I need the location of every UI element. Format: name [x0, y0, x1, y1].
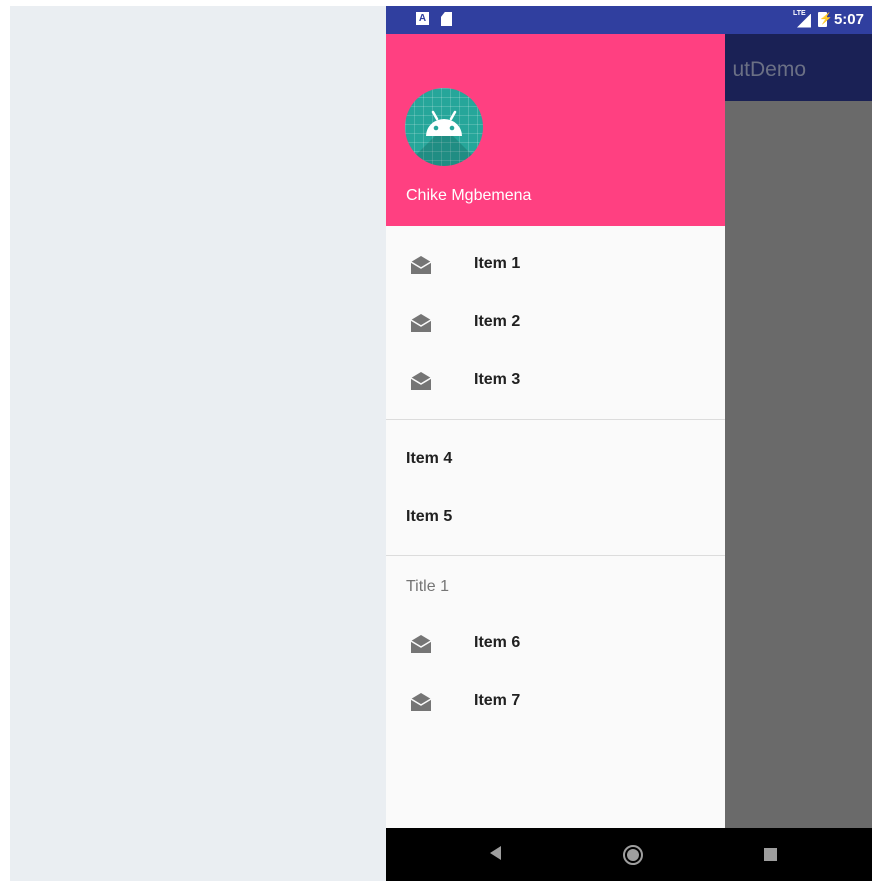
system-nav-bar — [386, 828, 872, 881]
drafts-envelope-icon — [410, 372, 432, 390]
drawer-header: Chike Mgbemena — [386, 34, 725, 226]
drawer-divider — [386, 419, 725, 420]
menu-item-5[interactable]: Item 5 — [386, 489, 725, 547]
menu-group-title: Title 1 — [406, 578, 449, 595]
menu-item-label: Item 5 — [406, 508, 453, 525]
desktop-backdrop — [10, 6, 386, 881]
menu-item-label: Item 2 — [474, 313, 521, 330]
menu-item-label: Item 4 — [406, 450, 453, 467]
sd-card-icon — [441, 12, 452, 26]
battery-charging-icon: ⚡ — [817, 12, 833, 27]
menu-item-label: Item 1 — [474, 255, 521, 272]
menu-item-3[interactable]: Item 3 — [386, 352, 725, 410]
app-title: utDemo — [732, 58, 806, 81]
drafts-envelope-icon — [410, 693, 432, 711]
a-notification-icon: A — [416, 12, 429, 25]
menu-item-label: Item 3 — [474, 371, 521, 388]
avatar[interactable] — [405, 88, 483, 166]
lte-signal-icon: LTE — [792, 9, 811, 28]
android-robot-icon — [426, 110, 462, 136]
menu-item-2[interactable]: Item 2 — [386, 294, 725, 352]
menu-item-7[interactable]: Item 7 — [386, 673, 725, 731]
recents-icon[interactable] — [764, 848, 777, 861]
user-name: Chike Mgbemena — [406, 187, 532, 204]
menu-item-4[interactable]: Item 4 — [386, 431, 725, 489]
status-clock: 5:07 — [833, 11, 864, 28]
menu-item-1[interactable]: Item 1 — [386, 236, 725, 294]
lte-label: LTE — [792, 9, 806, 17]
back-icon[interactable] — [490, 846, 501, 860]
menu-item-label: Item 6 — [474, 634, 521, 651]
drafts-envelope-icon — [410, 256, 432, 274]
status-bar: A LTE ⚡ 5:07 — [386, 6, 872, 34]
menu-item-6[interactable]: Item 6 — [386, 615, 725, 673]
home-icon[interactable] — [623, 845, 643, 865]
drawer-divider — [386, 555, 725, 556]
drafts-envelope-icon — [410, 635, 432, 653]
navigation-drawer: Chike Mgbemena Item 1 Item 2 Item 3 Item… — [386, 34, 725, 828]
drafts-envelope-icon — [410, 314, 432, 332]
phone-screen: A LTE ⚡ 5:07 utDemo Chike Mgbemena Item … — [386, 6, 872, 881]
menu-item-label: Item 7 — [474, 692, 521, 709]
